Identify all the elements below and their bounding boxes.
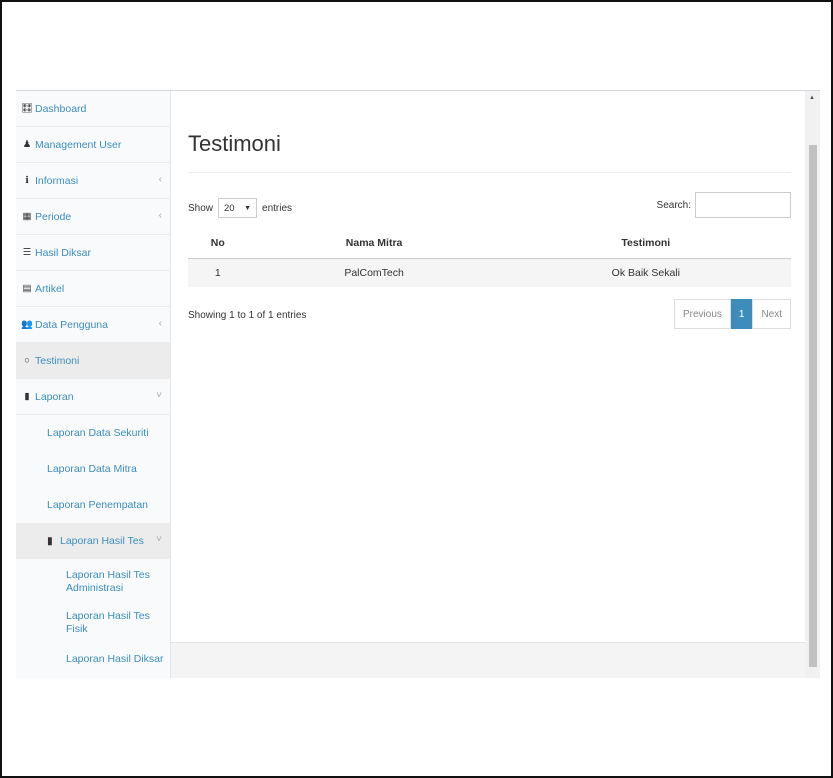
sidebar-item-label: Informasi [35, 174, 79, 187]
entries-label: entries [262, 202, 293, 214]
scroll-up-arrow-icon[interactable]: ▲ [809, 95, 815, 101]
table-icon: ☰ [22, 247, 32, 258]
sidebar-item-label: Testimoni [35, 354, 80, 367]
sidebar-item-label: Hasil Diksar [35, 246, 92, 259]
title-divider [188, 172, 791, 173]
sidebar-subitem-laporan-data-sekuriti[interactable]: Laporan Data Sekuriti [16, 415, 170, 451]
sidebar-item-artikel[interactable]: ▤ Artikel [16, 271, 170, 307]
sidebar-subitem-label: Laporan Data Mitra [47, 463, 137, 475]
sidebar: 🎛 Dashboard ♟ Management User ℹ Informas… [16, 91, 171, 678]
sidebar-item-laporan[interactable]: ▮ Laporan ˅ [16, 379, 170, 415]
sidebar-subitem-label: Laporan Penempatan [47, 499, 148, 511]
chevron-left-icon: ‹ [158, 210, 162, 221]
sidebar-item-label: Management User [35, 138, 122, 151]
table-info: Showing 1 to 1 of 1 entries [188, 310, 307, 321]
calendar-icon: ▦ [22, 211, 32, 222]
chevron-down-icon: ˅ [156, 534, 162, 545]
search-input[interactable] [695, 192, 791, 218]
file-icon: ▮ [24, 391, 30, 402]
sidebar-item-hasil-diksar[interactable]: ☰ Hasil Diksar [16, 235, 170, 271]
sidebar-subsubitem-label: Laporan Hasil Tes Fisik [66, 610, 150, 635]
user-icon: ♟ [22, 139, 32, 150]
comment-icon: ○ [24, 355, 30, 366]
vertical-scrollbar[interactable]: ▲ [805, 91, 820, 678]
sidebar-item-management-user[interactable]: ♟ Management User [16, 127, 170, 163]
content-footer [171, 642, 805, 678]
file-icon: ▮ [47, 535, 53, 547]
sidebar-subitem-label: Laporan Hasil Tes [60, 535, 144, 547]
sidebar-item-label: Laporan [35, 390, 74, 403]
sidebar-item-label: Dashboard [35, 102, 87, 115]
sidebar-subsubitem-laporan-hasil-diksar[interactable]: Laporan Hasil Diksar [16, 641, 170, 677]
sidebar-subitem-laporan-data-mitra[interactable]: Laporan Data Mitra [16, 451, 170, 487]
testimoni-table: No Nama Mitra Testimoni 1 PalComTech Ok … [188, 229, 791, 287]
window-frame: 🎛 Dashboard ♟ Management User ℹ Informas… [0, 0, 833, 778]
pagination: Previous 1 Next [673, 299, 791, 329]
newspaper-icon: ▤ [22, 283, 32, 294]
sidebar-item-informasi[interactable]: ℹ Informasi ‹ [16, 163, 170, 199]
search-control: Search: [657, 192, 791, 218]
page-length-select[interactable]: 20 ▼ [218, 198, 258, 218]
scrollbar-thumb[interactable] [809, 145, 817, 667]
sidebar-subsubitem-laporan-hasil-tes-administrasi[interactable]: Laporan Hasil Tes Administrasi [16, 559, 170, 605]
sidebar-item-periode[interactable]: ▦ Periode ‹ [16, 199, 170, 235]
users-icon: 👥 [21, 319, 33, 330]
sidebar-item-label: Periode [35, 210, 72, 223]
column-header-nama-mitra[interactable]: Nama Mitra [247, 229, 501, 259]
info-icon: ℹ [25, 175, 29, 186]
next-button[interactable]: Next [752, 299, 791, 329]
chevron-left-icon: ‹ [158, 174, 162, 185]
app-container: 🎛 Dashboard ♟ Management User ℹ Informas… [16, 90, 820, 678]
sidebar-subitem-label: Laporan Data Sekuriti [47, 427, 149, 439]
dashboard-icon: 🎛 [20, 103, 34, 114]
sidebar-item-data-pengguna[interactable]: 👥 Data Pengguna ‹ [16, 307, 170, 343]
column-header-testimoni[interactable]: Testimoni [500, 229, 791, 259]
chevron-down-icon: ˅ [156, 390, 162, 401]
table-header-row: No Nama Mitra Testimoni [188, 229, 791, 259]
sidebar-subsubitem-label: Laporan Hasil Diksar [66, 652, 164, 665]
table-cell: PalComTech [247, 258, 501, 287]
sidebar-subsubitem-laporan-hasil-tes-fisik[interactable]: Laporan Hasil Tes Fisik [16, 605, 170, 641]
previous-button[interactable]: Previous [673, 299, 731, 329]
page-length-control: Show 20 ▼ entries [188, 198, 292, 218]
page-title: Testimoni [188, 131, 281, 156]
search-label: Search: [656, 199, 691, 211]
sidebar-item-label: Artikel [35, 282, 65, 295]
show-label: Show [188, 202, 214, 214]
sidebar-item-dashboard[interactable]: 🎛 Dashboard [16, 91, 170, 127]
page-button-current[interactable]: 1 [730, 299, 753, 329]
sidebar-subitem-laporan-penempatan[interactable]: Laporan Penempatan [16, 487, 170, 523]
table-row: 1 PalComTech Ok Baik Sekali [188, 258, 791, 287]
column-header-no[interactable]: No [188, 229, 248, 259]
page-length-value: 20 [224, 202, 235, 214]
table-cell: 1 [188, 258, 248, 287]
sidebar-subsubitem-label: Laporan Hasil Tes Administrasi [66, 569, 150, 594]
sidebar-subitem-laporan-hasil-tes[interactable]: ▮ Laporan Hasil Tes ˅ [16, 523, 170, 559]
chevron-left-icon: ‹ [158, 318, 162, 329]
table-cell: Ok Baik Sekali [500, 258, 791, 287]
main-content: Testimoni Show 20 ▼ entries Search: No N [171, 91, 805, 678]
sidebar-item-label: Data Pengguna [35, 318, 108, 331]
caret-down-icon: ▼ [244, 204, 252, 212]
sidebar-item-testimoni[interactable]: ○ Testimoni [16, 343, 170, 379]
